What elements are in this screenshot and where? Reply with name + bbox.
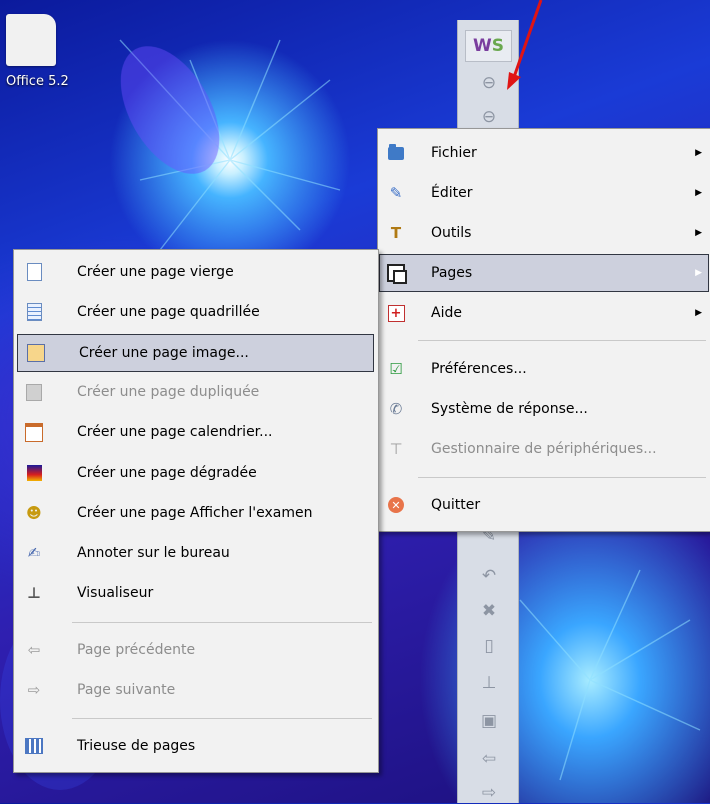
menu-separator [72, 718, 372, 719]
previous-arrow-icon[interactable]: ⇦ [478, 748, 500, 770]
menu-item-aide[interactable]: + Aide ▶ [380, 295, 708, 331]
submenu-arrow-icon: ▶ [695, 228, 702, 238]
delete-icon[interactable]: ✖ [478, 600, 500, 622]
screen-capture-icon[interactable]: ▣ [478, 710, 500, 732]
next-arrow-icon[interactable]: ⇨ [478, 782, 500, 804]
menu-item-preferences[interactable]: ☑ Préférences... [380, 351, 708, 387]
submenu-item-visualiseur[interactable]: ⊥ Visualiseur [16, 575, 376, 611]
calendar-page-icon [24, 422, 44, 442]
next-page-icon: ⇨ [27, 681, 41, 699]
pages-icon [386, 263, 407, 284]
duplicate-page-icon [24, 382, 44, 402]
undo-icon[interactable]: ↶ [478, 565, 500, 587]
menu-item-quitter[interactable]: ✕ Quitter [380, 487, 708, 523]
grid-page-icon [24, 302, 44, 322]
submenu-item-page-image[interactable]: Créer une page image... [17, 334, 374, 372]
pages-submenu: Créer une page vierge Créer une page qua… [13, 249, 379, 773]
annotate-desktop-icon: ✍ [27, 544, 41, 562]
collapse-icon[interactable]: ⊖ [478, 106, 500, 128]
submenu-item-page-vierge[interactable]: Créer une page vierge [16, 254, 376, 290]
visualizer-icon: ⊥ [27, 584, 41, 602]
menu-item-gestionnaire-peripheriques: ⊤ Gestionnaire de périphériques... [380, 431, 708, 467]
edit-icon: ✎ [389, 184, 403, 202]
quit-icon: ✕ [386, 495, 406, 515]
annotation-arrow-icon [507, 0, 543, 90]
context-menu: Fichier ▶ ✎ Éditer ▶ T Outils ▶ Pages ▶ … [377, 128, 710, 532]
visualizer-icon[interactable]: ⊥ [478, 672, 500, 694]
minimize-icon[interactable]: ⊖ [478, 72, 500, 94]
submenu-item-page-calendrier[interactable]: Créer une page calendrier... [16, 414, 376, 450]
menu-item-fichier[interactable]: Fichier ▶ [380, 135, 708, 171]
page-sorter-icon [24, 736, 44, 756]
tools-icon: T [390, 224, 402, 242]
menu-separator [418, 340, 706, 341]
previous-page-icon: ⇦ [27, 641, 41, 659]
device-manager-icon: ⊤ [389, 440, 403, 458]
desktop-shortcut[interactable]: Office 5.2 [0, 0, 90, 110]
submenu-arrow-icon: ▶ [695, 188, 702, 198]
folder-icon [386, 143, 406, 163]
submenu-arrow-icon: ▶ [695, 148, 702, 158]
menu-item-editer[interactable]: ✎ Éditer ▶ [380, 175, 708, 211]
submenu-item-page-degradee[interactable]: Créer une page dégradée [16, 455, 376, 491]
help-icon: + [386, 303, 406, 323]
submenu-arrow-icon: ▶ [695, 268, 702, 278]
desktop-shortcut-label: Office 5.2 [6, 74, 69, 89]
document-icon [6, 14, 56, 66]
submenu-item-page-quadrillee[interactable]: Créer une page quadrillée [16, 294, 376, 330]
submenu-item-page-examen[interactable]: ☻ Créer une page Afficher l'examen [16, 495, 376, 531]
menu-separator [72, 622, 372, 623]
submenu-item-trieuse-pages[interactable]: Trieuse de pages [16, 728, 376, 764]
preferences-icon: ☑ [389, 360, 403, 378]
submenu-item-page-precedente: ⇦ Page précédente [16, 632, 376, 668]
image-page-icon [26, 343, 46, 363]
response-system-icon: ✆ [389, 400, 403, 418]
submenu-item-annoter-bureau[interactable]: ✍ Annoter sur le bureau [16, 535, 376, 571]
blank-page-icon [24, 262, 44, 282]
submenu-item-page-suivante: ⇨ Page suivante [16, 672, 376, 708]
menu-separator [418, 477, 706, 478]
submenu-arrow-icon: ▶ [695, 308, 702, 318]
gradient-page-icon [24, 463, 44, 483]
menu-item-outils[interactable]: T Outils ▶ [380, 215, 708, 251]
menu-item-systeme-reponse[interactable]: ✆ Système de réponse... [380, 391, 708, 427]
new-page-icon[interactable]: ▯ [478, 635, 500, 657]
menu-item-pages[interactable]: Pages ▶ [379, 254, 709, 292]
exam-page-icon: ☻ [26, 504, 42, 522]
submenu-item-page-dupliquee: Créer une page dupliquée [16, 374, 376, 410]
